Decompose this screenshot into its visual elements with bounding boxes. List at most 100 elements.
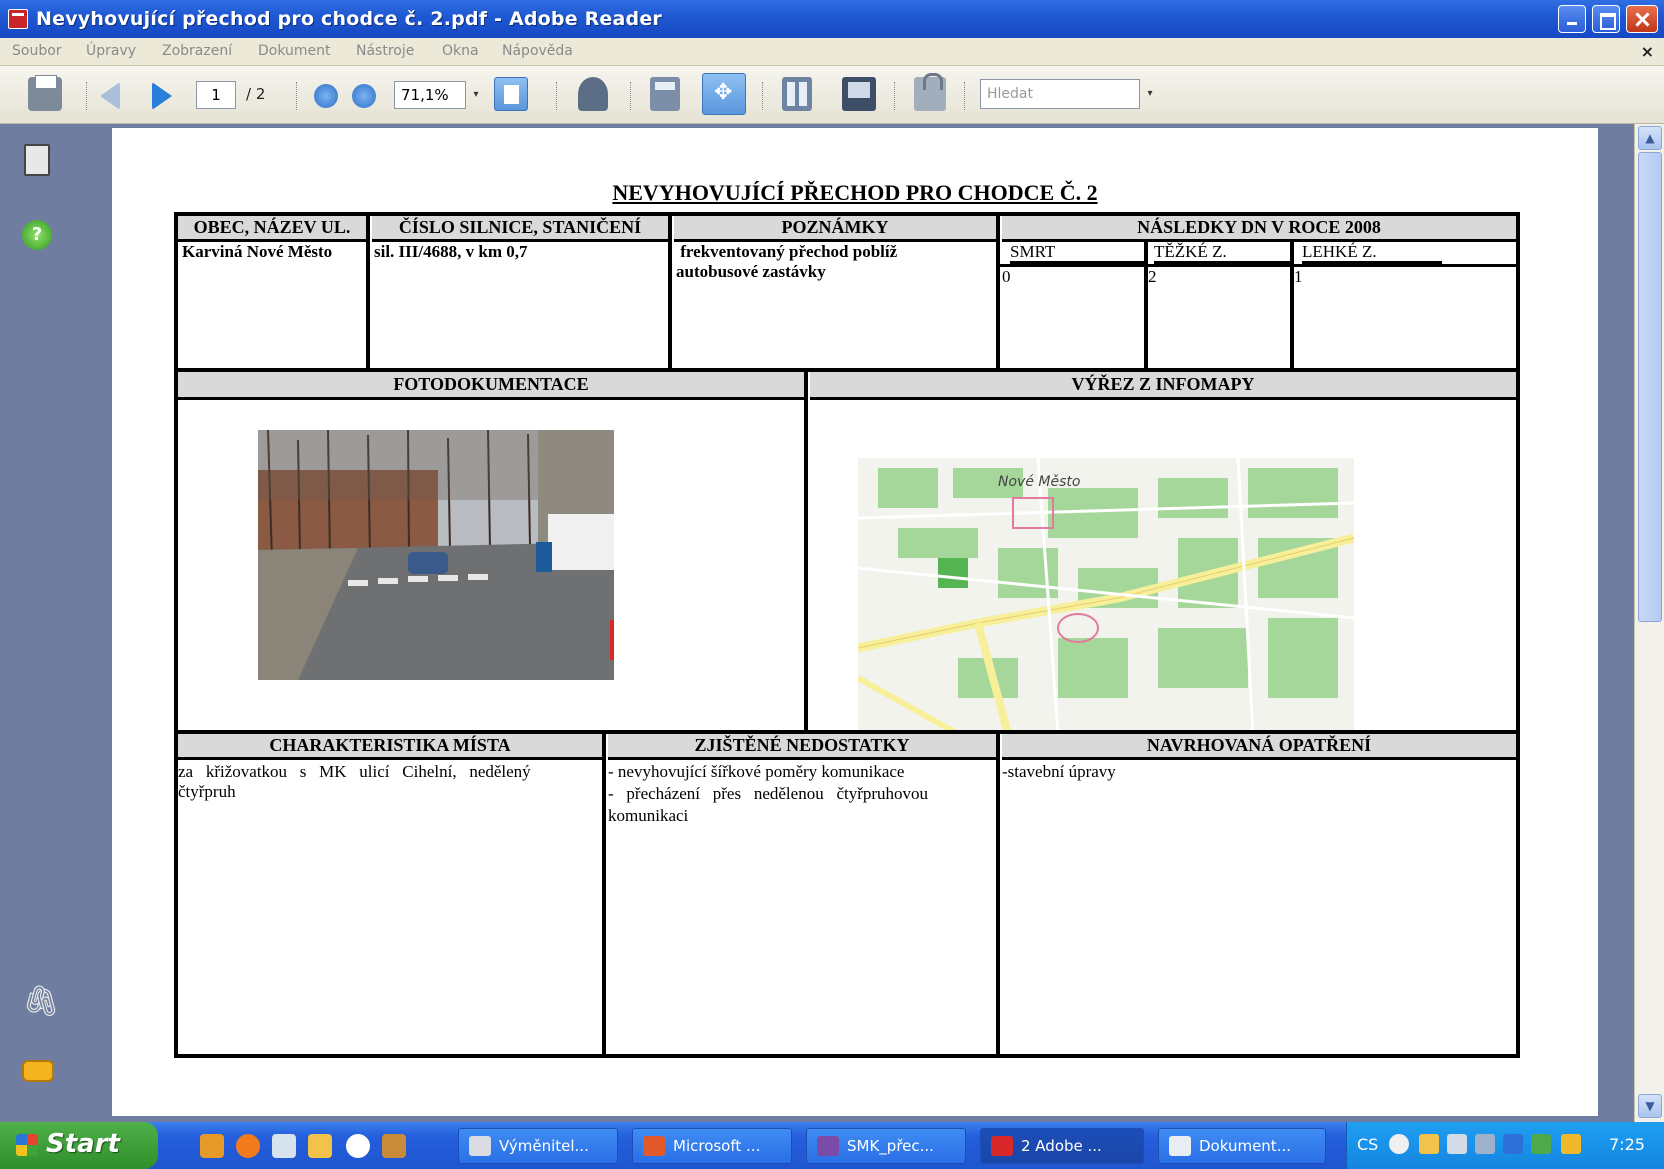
single-page-icon[interactable] [650, 77, 680, 111]
taskbar-button-microsoft[interactable]: Microsoft ... [632, 1128, 792, 1164]
document-viewer: NEVYHOVUJÍCÍ PŘECHOD PRO CHODCE Č. 2 OBE… [110, 124, 1634, 1122]
street-photo [258, 430, 614, 680]
taskbar-button-adobe[interactable]: 2 Adobe ... [980, 1128, 1144, 1164]
column-divider [668, 216, 672, 368]
tray-chevron-icon[interactable] [1389, 1134, 1409, 1154]
fit-page-icon[interactable] [494, 77, 528, 111]
value-charakteristika-line1: za křižovatkou s MK ulicí Cihelní, neděl… [178, 762, 531, 781]
menu-bar: Soubor Úpravy Zobrazení Dokument Nástroj… [0, 38, 1664, 66]
menu-dokument[interactable]: Dokument [258, 43, 331, 59]
start-button[interactable]: Start [0, 1122, 158, 1169]
page-number-input[interactable]: 1 [196, 81, 236, 109]
tray-app-icon[interactable] [1447, 1134, 1467, 1154]
previous-page-icon[interactable] [100, 82, 120, 110]
comments-icon[interactable] [22, 1060, 54, 1082]
taskbar-button-smk[interactable]: SMK_přec... [806, 1128, 966, 1164]
scroll-down-icon[interactable]: ▼ [1638, 1094, 1662, 1118]
tray-app-icon[interactable] [1531, 1134, 1551, 1154]
quicklaunch-media-icon[interactable] [346, 1134, 370, 1158]
taskbar-button-label: Microsoft ... [673, 1137, 761, 1155]
tray-app-icon[interactable] [1419, 1134, 1439, 1154]
full-screen-icon[interactable] [842, 77, 876, 111]
value-tezke: 2 [1148, 267, 1157, 286]
value-poznamky-line2: autobusové zastávky [676, 262, 826, 281]
taskbar-button-label: Dokument... [1199, 1137, 1291, 1155]
network-icon [469, 1136, 491, 1156]
print-icon[interactable] [28, 75, 62, 111]
tray-security-icon[interactable] [1561, 1134, 1581, 1154]
next-page-icon[interactable] [152, 82, 172, 110]
zoom-dropdown-icon[interactable]: ▾ [468, 81, 484, 109]
header-opatreni: NAVRHOVANÁ OPATŘENÍ [1002, 734, 1516, 760]
menu-zobrazeni[interactable]: Zobrazení [162, 43, 232, 59]
taskbar-button-label: 2 Adobe ... [1021, 1137, 1102, 1155]
quicklaunch-misc-icon[interactable] [382, 1134, 406, 1158]
clock[interactable]: 7:25 [1609, 1135, 1645, 1154]
minimize-button[interactable] [1558, 5, 1586, 33]
taskbar-button-label: Výměnitel... [499, 1137, 589, 1155]
tray-network-icon[interactable] [1475, 1134, 1495, 1154]
language-indicator[interactable]: CS [1357, 1135, 1378, 1154]
column-divider [996, 216, 1000, 368]
taskbar-button-label: SMK_přec... [847, 1137, 934, 1155]
title-bar: Nevyhovující přechod pro chodce č. 2.pdf… [0, 0, 1664, 38]
value-silnice: sil. III/4688, v km 0,7 [374, 242, 528, 261]
header-charakteristika: CHARAKTERISTIKA MÍSTA [178, 734, 602, 760]
menu-upravy[interactable]: Úpravy [86, 43, 136, 59]
header-foto: FOTODOKUMENTACE [178, 372, 804, 400]
value-nedostatky-line2: - přecházení přes nedělenou čtyřpruhovou [608, 784, 929, 803]
value-lehke: 1 [1294, 267, 1303, 286]
maximize-button[interactable] [1592, 5, 1620, 33]
row-divider [1000, 264, 1518, 267]
hand-tool-icon[interactable] [578, 77, 608, 111]
adobe-reader-icon [991, 1136, 1013, 1156]
column-divider [602, 734, 606, 1054]
menu-nastroje[interactable]: Nástroje [356, 43, 414, 59]
tray-app-icon[interactable] [1503, 1134, 1523, 1154]
zoom-out-icon[interactable] [314, 84, 338, 108]
fit-width-icon[interactable] [702, 73, 746, 115]
taskbar: Start Výměnitel... Microsoft ... SMK_pře… [0, 1122, 1664, 1169]
pages-icon[interactable] [24, 144, 50, 176]
quicklaunch-app-icon[interactable] [272, 1134, 296, 1158]
toolbar-separator [762, 82, 764, 110]
quicklaunch-folder-icon[interactable] [200, 1134, 224, 1158]
header-poznamky: POZNÁMKY [674, 216, 996, 242]
scroll-thumb[interactable] [1638, 152, 1662, 622]
column-divider [996, 734, 1000, 1054]
toolbar: 1 / 2 71,1% ▾ Hledat ▾ [0, 66, 1664, 124]
word-document-icon [1169, 1136, 1191, 1156]
infomap-excerpt: Nové Město [858, 458, 1354, 734]
help-icon[interactable]: ? [22, 220, 52, 250]
zoom-in-icon[interactable] [352, 84, 376, 108]
winrar-icon [817, 1136, 839, 1156]
search-input[interactable]: Hledat [980, 79, 1140, 109]
close-document-icon[interactable]: × [1641, 42, 1654, 61]
document-title: NEVYHOVUJÍCÍ PŘECHOD PRO CHODCE Č. 2 [612, 180, 1098, 205]
column-divider [804, 372, 808, 730]
taskbar-button-dokument[interactable]: Dokument... [1158, 1128, 1326, 1164]
value-nedostatky-line1: - nevyhovující šířkové poměry komunikace [608, 762, 905, 781]
column-divider [1144, 242, 1148, 368]
pdf-page: NEVYHOVUJÍCÍ PŘECHOD PRO CHODCE Č. 2 OBE… [112, 128, 1598, 1116]
menu-soubor[interactable]: Soubor [12, 43, 62, 59]
quicklaunch-explorer-icon[interactable] [308, 1134, 332, 1158]
zoom-level-input[interactable]: 71,1% [394, 81, 466, 109]
powerpoint-icon [643, 1136, 665, 1156]
menu-napoveda[interactable]: Nápověda [502, 43, 573, 59]
column-divider [1290, 242, 1294, 368]
scroll-up-icon[interactable]: ▲ [1638, 126, 1662, 150]
quicklaunch-firefox-icon[interactable] [236, 1134, 260, 1158]
vertical-scrollbar[interactable]: ▲ ▼ [1634, 124, 1664, 1122]
navigation-pane: ? 🖇 [0, 124, 110, 1122]
secure-icon[interactable] [914, 73, 946, 111]
header-tezke: TĚŽKÉ Z. [1154, 242, 1294, 264]
search-dropdown-icon[interactable]: ▾ [1142, 79, 1158, 109]
attachments-icon[interactable]: 🖇 [22, 984, 60, 1019]
two-page-icon[interactable] [782, 77, 812, 111]
header-obec: OBEC, NÁZEV UL. [178, 216, 366, 242]
taskbar-button-vymenitel[interactable]: Výměnitel... [458, 1128, 618, 1164]
start-label: Start [46, 1129, 120, 1159]
close-button[interactable] [1626, 5, 1658, 33]
menu-okna[interactable]: Okna [442, 43, 479, 59]
